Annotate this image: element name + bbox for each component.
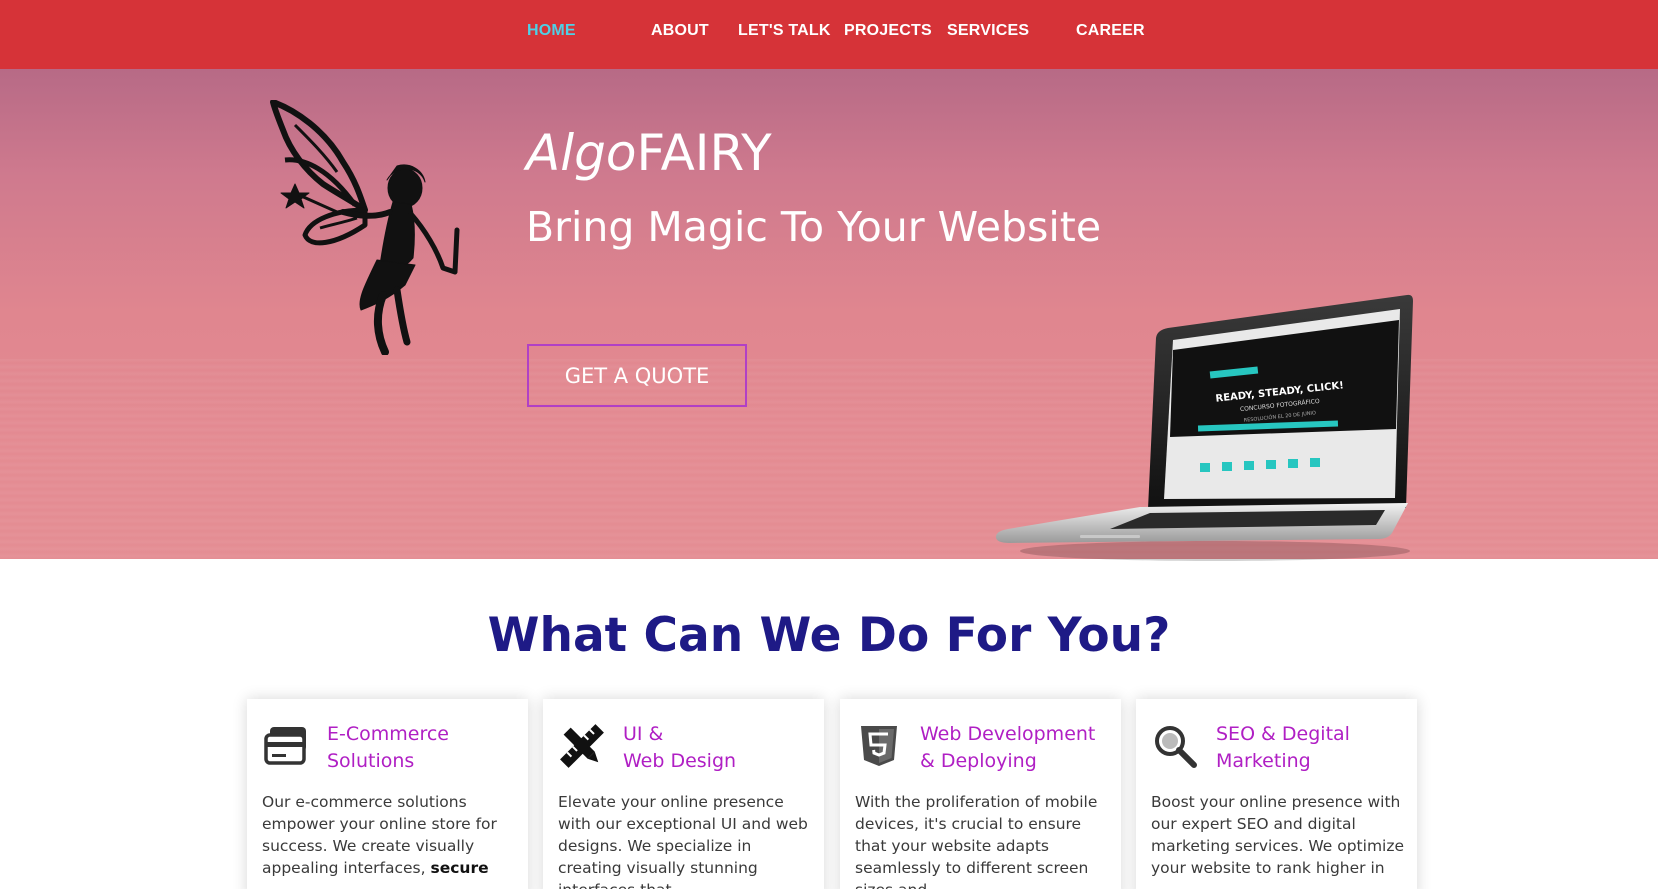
card-description: Elevate your online presence with our ex… (558, 793, 808, 889)
card-title-line1: SEO & Degital (1216, 723, 1350, 745)
card-title-line1: Web Development (920, 723, 1096, 745)
service-card-seo-marketing: SEO & Degital Marketing Boost your onlin… (1136, 699, 1417, 889)
card-description: With the proliferation of mobile devices… (855, 793, 1098, 889)
html5-icon (861, 726, 897, 766)
card-title: Web Development & Deploying (920, 721, 1120, 775)
nav-item-about[interactable]: ABOUT (651, 22, 709, 40)
seo-search-icon (1155, 726, 1197, 768)
card-title-line1: E-Commerce (327, 723, 449, 745)
hero-tagline: Bring Magic To Your Website (526, 203, 1102, 251)
get-a-quote-button[interactable]: GET A QUOTE (527, 344, 747, 407)
nav-item-home[interactable]: HOME (527, 22, 576, 40)
card-title: SEO & Degital Marketing (1216, 721, 1416, 775)
nav-item-career[interactable]: CAREER (1076, 22, 1145, 40)
card-title: E-Commerce Solutions (327, 721, 527, 775)
brand-title: AlgoFAIRY (526, 128, 772, 178)
card-description-bold: secure (430, 859, 489, 877)
card-title-line2: Marketing (1216, 750, 1311, 772)
nav-item-projects[interactable]: PROJECTS (844, 22, 932, 40)
pencil-ruler-icon (560, 724, 604, 768)
credit-card-icon (264, 727, 306, 765)
service-card-ui-design: UI & Web Design Elevate your online pres… (543, 699, 824, 889)
service-card-ecommerce: E-Commerce Solutions Our e-commerce solu… (247, 699, 528, 889)
brand-title-italic: Algo (526, 124, 637, 182)
card-description: Our e-commerce solutions empower your on… (262, 791, 520, 879)
card-description: Boost your online presence with our expe… (1151, 793, 1405, 877)
laptop-mockup-image: READY, STEADY, CLICK! CONCURSO FOTOGRÁFI… (996, 294, 1413, 561)
nav-item-lets-talk[interactable]: LET'S TALK (738, 22, 831, 40)
card-title-line2: & Deploying (920, 750, 1037, 772)
services-section-title: What Can We Do For You? (487, 608, 1171, 663)
top-navigation-bar: HOME ABOUT LET'S TALK PROJECTS SERVICES … (0, 0, 1658, 69)
card-title-line1: UI & (623, 723, 664, 745)
card-title: UI & Web Design (623, 721, 823, 775)
fairy-logo-icon (270, 100, 460, 355)
card-title-line2: Solutions (327, 750, 415, 772)
card-title-line2: Web Design (623, 750, 737, 772)
service-card-web-development: Web Development & Deploying With the pro… (840, 699, 1121, 889)
brand-title-regular: FAIRY (636, 124, 772, 182)
nav-item-services[interactable]: SERVICES (947, 22, 1029, 40)
